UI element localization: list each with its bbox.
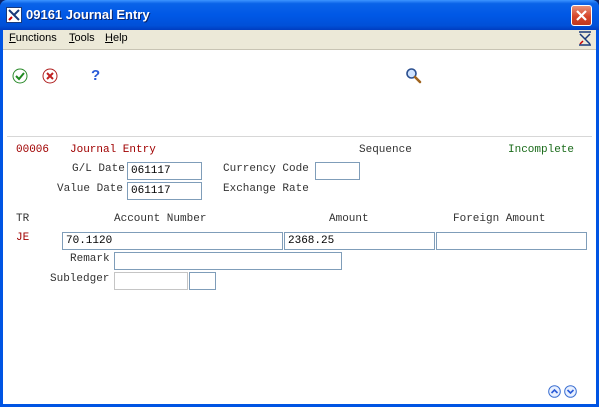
close-icon bbox=[576, 10, 587, 21]
foreign-amount-field[interactable] bbox=[436, 232, 587, 250]
jde-logo-icon bbox=[6, 7, 22, 23]
svg-text:?: ? bbox=[91, 67, 100, 83]
toolbar-divider bbox=[7, 136, 592, 137]
application-window: 09161 Journal Entry Functions Tools Help bbox=[0, 0, 599, 407]
subledger-type-field[interactable] bbox=[189, 272, 216, 290]
close-button[interactable] bbox=[571, 5, 592, 26]
form-title: Journal Entry bbox=[70, 144, 156, 156]
value-date-field[interactable]: 061117 bbox=[127, 182, 202, 200]
form-content: ? 00006 Journal Entry Sequence Incomplet… bbox=[3, 49, 596, 405]
amount-column-header: Amount bbox=[329, 213, 369, 225]
subledger-field[interactable] bbox=[114, 272, 188, 290]
scroll-up-icon[interactable] bbox=[548, 385, 561, 398]
status-badge: Incomplete bbox=[508, 144, 575, 156]
account-number-column-header: Account Number bbox=[114, 213, 207, 225]
menu-help[interactable]: Help bbox=[105, 32, 128, 44]
menu-bar: Functions Tools Help bbox=[3, 30, 596, 48]
currency-code-label: Currency Code bbox=[223, 163, 309, 175]
question-icon[interactable]: ? bbox=[90, 67, 102, 83]
foreign-amount-column-header: Foreign Amount bbox=[453, 213, 546, 225]
account-number-field[interactable]: 70.1120 bbox=[62, 232, 283, 250]
tr-column-header: TR bbox=[16, 213, 30, 225]
subledger-label: Subledger bbox=[50, 273, 110, 285]
amount-field[interactable]: 2368.25 bbox=[284, 232, 435, 250]
magnifier-icon[interactable] bbox=[405, 67, 422, 84]
value-date-label: Value Date bbox=[57, 183, 124, 195]
tr-value: JE bbox=[16, 232, 30, 244]
gl-date-label: G/L Date bbox=[72, 163, 125, 175]
jde-logo-icon bbox=[579, 31, 591, 46]
title-bar[interactable]: 09161 Journal Entry bbox=[0, 0, 599, 30]
remark-label: Remark bbox=[70, 253, 110, 265]
check-icon[interactable] bbox=[12, 68, 28, 84]
currency-code-field[interactable] bbox=[315, 162, 360, 180]
menu-functions[interactable]: Functions bbox=[9, 32, 57, 44]
scroll-down-icon[interactable] bbox=[564, 385, 577, 398]
sequence-label: Sequence bbox=[359, 144, 412, 156]
remark-field[interactable] bbox=[114, 252, 342, 270]
exchange-rate-label: Exchange Rate bbox=[223, 183, 309, 195]
menu-tools[interactable]: Tools bbox=[69, 32, 95, 44]
batch-number: 00006 bbox=[16, 144, 50, 156]
window-title: 09161 Journal Entry bbox=[26, 7, 150, 22]
window-frame: Functions Tools Help ? 00006 Journal Ent… bbox=[3, 30, 596, 405]
gl-date-field[interactable]: 061117 bbox=[127, 162, 202, 180]
cancel-icon[interactable] bbox=[42, 68, 58, 84]
